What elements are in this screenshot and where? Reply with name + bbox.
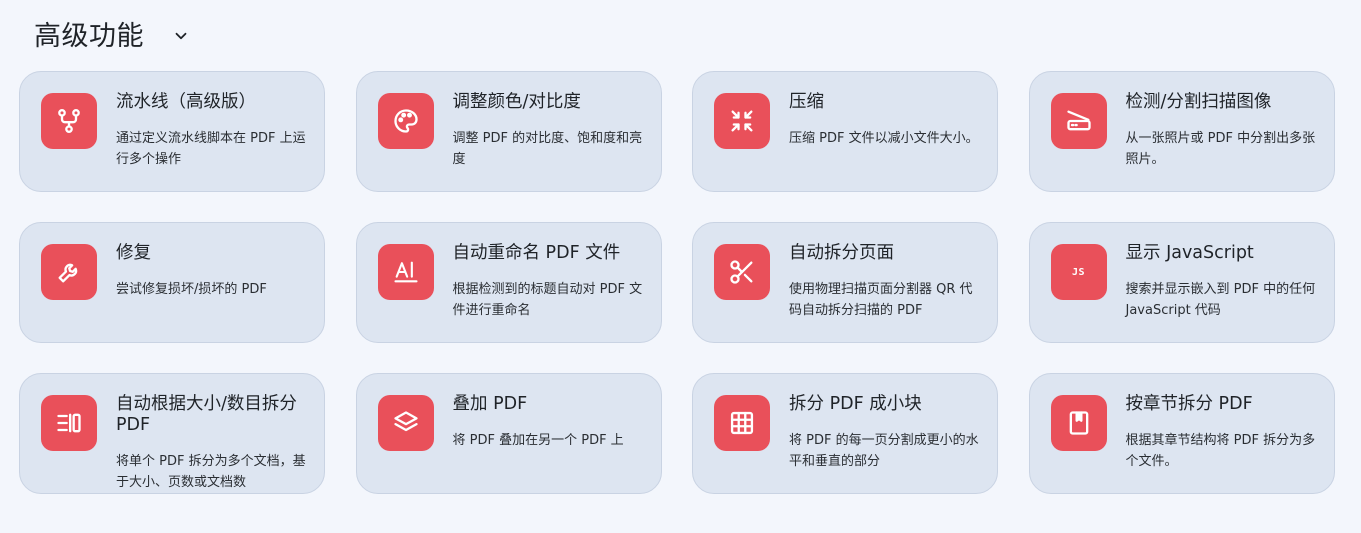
card-description: 将 PDF 的每一页分割成更小的水平和垂直的部分	[789, 433, 979, 469]
feature-grid: 流水线（高级版） 通过定义流水线脚本在 PDF 上运行多个操作 调整颜色/对比度…	[19, 71, 1335, 494]
card-description: 根据检测到的标题自动对 PDF 文件进行重命名	[452, 282, 643, 318]
compress-icon	[714, 93, 770, 149]
tool-card-show-javascript[interactable]: JS 显示 JavaScript 搜索并显示嵌入到 PDF 中的任何 JavaS…	[1028, 222, 1335, 343]
scissors-icon	[714, 244, 770, 300]
javascript-icon: JS	[1050, 244, 1107, 300]
card-description: 通过定义流水线脚本在 PDF 上运行多个操作	[116, 131, 306, 167]
card-title: 调整颜色/对比度	[452, 92, 581, 112]
card-description: 根据其章节结构将 PDF 拆分为多个文件。	[1125, 433, 1316, 469]
palette-icon	[377, 93, 434, 149]
tool-card-pipeline[interactable]: 流水线（高级版） 通过定义流水线脚本在 PDF 上运行多个操作	[19, 71, 325, 192]
javascript-icon-label: JS	[1071, 266, 1086, 278]
card-title: 流水线（高级版）	[116, 92, 256, 112]
card-title: 显示 JavaScript	[1125, 243, 1254, 263]
card-title: 检测/分割扫描图像	[1125, 92, 1272, 112]
card-description: 使用物理扫描页面分割器 QR 代码自动拆分扫描的 PDF	[789, 282, 973, 318]
section-title: 高级功能	[34, 21, 144, 52]
tool-card-split-chunks[interactable]: 拆分 PDF 成小块 将 PDF 的每一页分割成更小的水平和垂直的部分	[692, 373, 998, 494]
pipeline-icon	[41, 93, 97, 149]
bookmark-icon	[1050, 395, 1107, 451]
grid-icon	[714, 395, 770, 451]
card-description: 将 PDF 叠加在另一个 PDF 上	[452, 433, 624, 448]
wrench-icon	[41, 244, 97, 300]
tool-card-split-by-size[interactable]: 自动根据大小/数目拆分 PDF 将单个 PDF 拆分为多个文档，基于大小、页数或…	[19, 373, 325, 494]
tool-card-split-chapters[interactable]: 按章节拆分 PDF 根据其章节结构将 PDF 拆分为多个文件。	[1028, 373, 1335, 494]
tool-card-repair[interactable]: 修复 尝试修复损坏/损坏的 PDF	[19, 222, 325, 343]
tool-card-overlay[interactable]: 叠加 PDF 将 PDF 叠加在另一个 PDF 上	[355, 373, 662, 494]
card-title: 自动根据大小/数目拆分 PDF	[116, 394, 297, 435]
card-description: 将单个 PDF 拆分为多个文档，基于大小、页数或文档数	[116, 454, 306, 490]
tool-card-auto-split[interactable]: 自动拆分页面 使用物理扫描页面分割器 QR 代码自动拆分扫描的 PDF	[692, 222, 998, 343]
card-title: 拆分 PDF 成小块	[789, 394, 922, 414]
chevron-down-icon[interactable]	[170, 25, 192, 47]
card-description: 从一张照片或 PDF 中分割出多张照片。	[1125, 131, 1316, 167]
text-rename-icon	[377, 244, 434, 300]
card-title: 自动重命名 PDF 文件	[452, 243, 621, 263]
card-title: 按章节拆分 PDF	[1125, 394, 1253, 414]
split-size-icon	[41, 395, 97, 451]
tool-card-auto-rename[interactable]: 自动重命名 PDF 文件 根据检测到的标题自动对 PDF 文件进行重命名	[355, 222, 662, 343]
tool-card-scan-split[interactable]: 检测/分割扫描图像 从一张照片或 PDF 中分割出多张照片。	[1028, 71, 1335, 192]
card-title: 修复	[116, 243, 151, 263]
card-description: 搜索并显示嵌入到 PDF 中的任何 JavaScript 代码	[1125, 282, 1316, 318]
card-title: 压缩	[789, 92, 824, 112]
tool-card-adjust-colors[interactable]: 调整颜色/对比度 调整 PDF 的对比度、饱和度和亮度	[355, 71, 662, 192]
card-description: 压缩 PDF 文件以减小文件大小。	[789, 131, 979, 146]
scanner-icon	[1050, 93, 1107, 149]
card-title: 自动拆分页面	[789, 243, 894, 263]
card-description: 调整 PDF 的对比度、饱和度和亮度	[452, 131, 643, 167]
tool-card-compress[interactable]: 压缩 压缩 PDF 文件以减小文件大小。	[692, 71, 998, 192]
layers-icon	[377, 395, 434, 451]
section-header: 高级功能	[34, 14, 192, 53]
card-description: 尝试修复损坏/损坏的 PDF	[116, 282, 267, 297]
card-title: 叠加 PDF	[452, 394, 528, 414]
